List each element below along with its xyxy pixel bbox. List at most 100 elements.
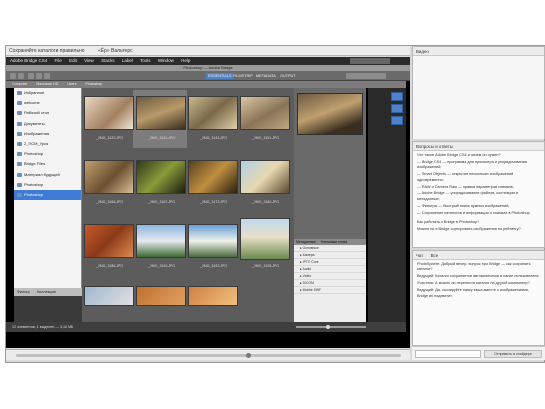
strip-thumbnail[interactable] [391, 116, 403, 125]
chat-input-bar: Отправить в слайдере [412, 346, 545, 360]
sidebar-item[interactable]: Bridge Files [14, 159, 81, 169]
strip-thumbnail[interactable] [391, 104, 403, 113]
slider-handle[interactable] [326, 325, 330, 329]
tab-metadata-panel[interactable]: Метаданные [296, 240, 316, 244]
sidebar-item[interactable]: Изображения [14, 129, 81, 139]
folder-icon [17, 111, 22, 116]
forward-icon[interactable] [18, 73, 24, 79]
chat-panel-header: Чат Все [413, 251, 544, 260]
menu-view[interactable]: View [84, 58, 94, 63]
tab-essentials[interactable]: ESSENTIALS [206, 73, 234, 79]
image-thumbnail[interactable] [136, 224, 186, 258]
folder-icon [17, 192, 22, 197]
image-thumbnail[interactable] [240, 96, 290, 130]
webinar-window: Сохраняйте каталоги правильно «Ёр» Вальт… [5, 45, 545, 363]
sidebar-item[interactable]: Рабочий стол [14, 108, 81, 118]
path-item[interactable]: Users [67, 82, 76, 86]
tab-output[interactable]: OUTPUT [278, 73, 298, 79]
image-thumbnail[interactable] [84, 96, 134, 130]
path-item[interactable]: Computer [12, 82, 27, 86]
video-panel: Видео [412, 46, 545, 139]
metadata-row[interactable]: ▸ IPTC Core [294, 259, 366, 266]
tab-collections[interactable]: Коллекции [37, 290, 56, 294]
sidebar-item[interactable]: Photoshop [14, 149, 81, 159]
qa-line: — Adobe Bridge — упорядочивание файлов, … [417, 191, 518, 201]
tab-filmstrip[interactable]: FILMSTRIP [231, 73, 255, 79]
menu-stacks[interactable]: Stacks [101, 58, 115, 63]
image-thumbnail[interactable] [188, 224, 238, 258]
share-zoom-slider[interactable] [16, 353, 401, 358]
tab-keywords[interactable]: Ключевые слова [321, 240, 347, 244]
thumb-caption: _2MG_3195.JPG [252, 264, 280, 268]
side-thumbnail-strip [368, 88, 406, 322]
video-area [413, 56, 544, 139]
thumb-caption: _2MG_3192.JPG [200, 264, 228, 268]
menu-window[interactable]: Window [158, 58, 174, 63]
filter-panel [14, 296, 82, 322]
content-grid: _2MG_3120.JPG _2MG_3141.JPG _2MG_3143.JP… [82, 88, 294, 322]
send-button[interactable]: Отправить в слайдере [484, 350, 542, 358]
chat-panel-title: Чат [416, 253, 424, 258]
image-thumbnail[interactable] [136, 286, 186, 306]
search-field[interactable] [346, 73, 386, 79]
thumb-caption: _2MG_3166.JPG [96, 200, 124, 204]
share-subtitle: «Ёр» Вальтерс [97, 48, 133, 54]
tab-filter[interactable]: Фильтр [17, 290, 30, 294]
chat-input[interactable] [415, 350, 481, 358]
qa-question: Как работать с Bridge в Photoshop? [417, 220, 480, 225]
menu-label[interactable]: Label [122, 58, 133, 63]
image-thumbnail[interactable] [136, 96, 186, 130]
metadata-row[interactable]: ▸ Mobile SWF [294, 287, 366, 294]
back-icon[interactable] [10, 73, 16, 79]
sidebar-item[interactable]: 2_ПСМ_Урок [14, 139, 81, 149]
rotate-icon[interactable] [36, 73, 42, 79]
qa-panel-header: Вопросы и ответы [413, 142, 544, 151]
thumb-caption: _2MG_3151.JPG [252, 136, 280, 140]
path-item[interactable]: Photoshop [85, 82, 102, 86]
metadata-row[interactable]: ▸ Основные [294, 245, 366, 252]
thumb-caption: _2MG_3120.JPG [96, 136, 124, 140]
menu-app[interactable]: Adobe Bridge CS4 [10, 58, 47, 63]
metadata-row[interactable]: ▸ Audio [294, 266, 366, 273]
menu-file[interactable]: File [55, 58, 62, 63]
tab-metadata[interactable]: METADATA [254, 73, 278, 79]
sidebar-item[interactable]: Избранное [14, 88, 81, 98]
menu-help[interactable]: Help [181, 58, 190, 63]
image-thumbnail[interactable] [136, 160, 186, 194]
image-thumbnail[interactable] [240, 160, 290, 194]
camera-icon[interactable] [44, 73, 50, 79]
image-thumbnail[interactable] [84, 224, 134, 258]
image-thumbnail[interactable] [240, 218, 290, 260]
metadata-row[interactable]: ▸ Video [294, 273, 366, 280]
menu-status-area [350, 58, 390, 64]
app-root: Сохраняйте каталоги правильно «Ёр» Вальт… [0, 0, 545, 409]
folder-icon[interactable] [28, 73, 34, 79]
thumbnail-size-slider[interactable] [296, 325, 366, 329]
metadata-row[interactable]: ▸ DICOM [294, 280, 366, 287]
sidebar-item-selected[interactable]: Photoshop [14, 189, 81, 201]
chat-tab-all[interactable]: Все [431, 253, 439, 258]
thumb-caption: _2MG_3190.JPG [148, 264, 176, 268]
sidebar-item[interactable]: Материал будущей [14, 170, 81, 180]
folder-icon [17, 141, 22, 146]
qa-line: — Фильтры — быстрый поиск нужных изображ… [417, 203, 510, 208]
qa-panel-title: Вопросы и ответы [416, 144, 453, 149]
image-thumbnail[interactable] [84, 160, 134, 194]
sidebar-item[interactable]: Документы [14, 119, 81, 129]
image-thumbnail[interactable] [188, 160, 238, 194]
menu-edit[interactable]: Edit [69, 58, 77, 63]
qa-line: — Smart Objects — открытие нескольких из… [417, 172, 514, 182]
metadata-row[interactable]: ▸ Камера [294, 252, 366, 259]
image-thumbnail[interactable] [188, 286, 238, 306]
strip-thumbnail[interactable] [391, 92, 403, 101]
folder-icon [17, 182, 22, 187]
zoom-handle[interactable] [246, 353, 251, 358]
sidebar-item[interactable]: Photoshop [14, 180, 81, 190]
thumb-caption: _2MG_3167.JPG [148, 200, 176, 204]
image-thumbnail[interactable] [84, 286, 134, 306]
sidebar-tabs: Фильтр Коллекции [14, 288, 82, 296]
path-item[interactable]: Macintosh HD [36, 82, 58, 86]
menu-tools[interactable]: Tools [140, 58, 151, 63]
image-thumbnail[interactable] [188, 96, 238, 130]
sidebar-item[interactable]: welcome [14, 98, 81, 108]
